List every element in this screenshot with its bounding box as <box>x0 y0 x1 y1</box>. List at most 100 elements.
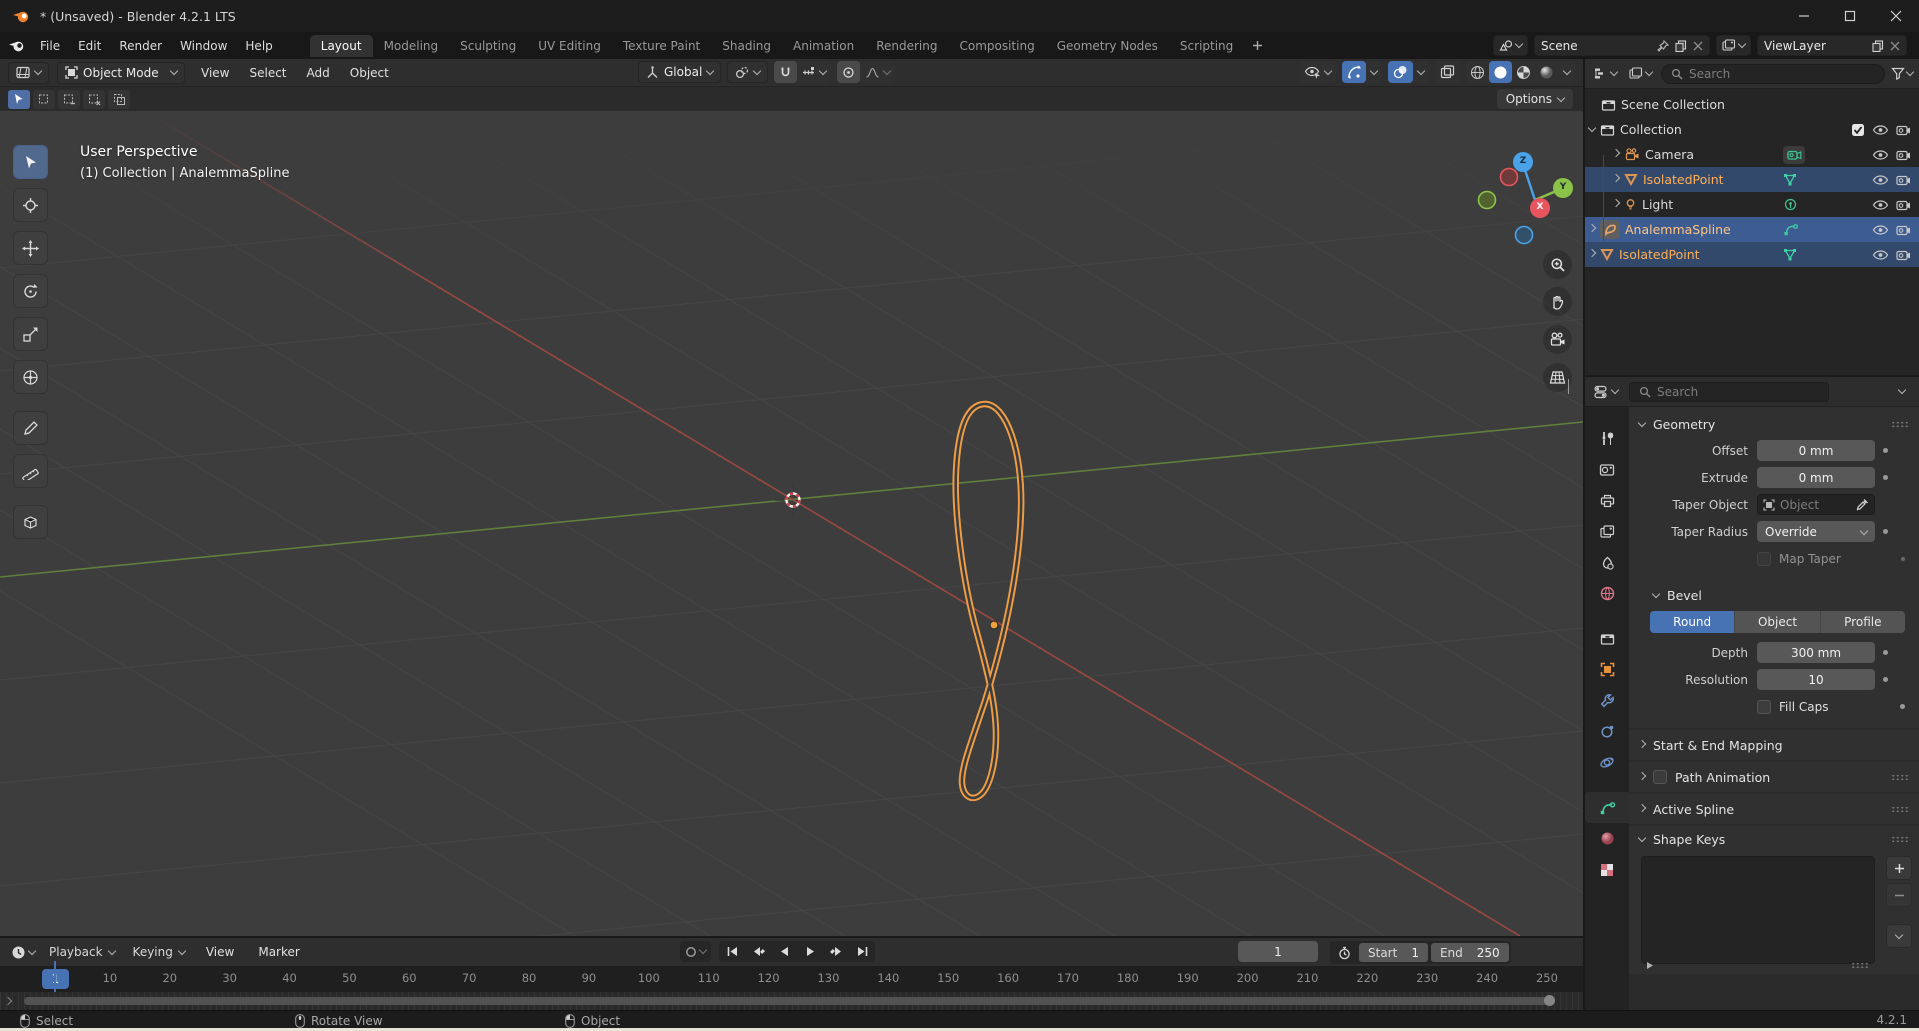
start-frame-field[interactable]: Start 1 <box>1359 943 1428 962</box>
editor-type-button[interactable] <box>8 61 49 84</box>
zoom-view-button[interactable] <box>1543 250 1572 279</box>
use-preview-range-button[interactable] <box>1332 946 1356 960</box>
new-copy-icon[interactable] <box>1675 39 1687 52</box>
ruler-label[interactable]: 140 <box>858 966 918 992</box>
list-resize-grip-icon[interactable] <box>1851 962 1869 969</box>
ruler-label[interactable]: 150 <box>918 966 978 992</box>
remove-shape-key-button[interactable] <box>1886 883 1912 907</box>
ruler-label[interactable]: 180 <box>1098 966 1158 992</box>
workspace-tab[interactable]: Rendering <box>865 35 948 57</box>
tool-measure[interactable] <box>13 454 48 488</box>
disable-render-camera-icon[interactable] <box>1896 174 1911 186</box>
select-mode-difference-button[interactable] <box>83 89 105 109</box>
drag-grip-icon[interactable] <box>1891 835 1909 843</box>
hide-eye-icon[interactable] <box>1872 149 1889 161</box>
keying-menu[interactable]: Keying <box>126 941 192 963</box>
hide-eye-icon[interactable] <box>1872 224 1889 236</box>
timeline-ruler[interactable]: 10 20 30 40 50 60 70 80 90 100 110 120 130 140 150 160 1… <box>0 966 1583 992</box>
expand-icon[interactable] <box>1611 173 1621 183</box>
drag-grip-icon[interactable] <box>1891 805 1909 813</box>
ruler-label[interactable]: 210 <box>1278 966 1338 992</box>
disable-render-camera-icon[interactable] <box>1896 199 1911 211</box>
app-menu-item[interactable]: Edit <box>69 36 110 56</box>
tab-object-data[interactable] <box>1585 792 1629 823</box>
mesh-data-badge[interactable] <box>1779 246 1801 264</box>
active-spline-panel[interactable]: Active Spline <box>1629 794 1919 824</box>
tab-texture[interactable] <box>1585 854 1629 885</box>
expand-icon[interactable] <box>1587 248 1597 258</box>
ruler-label[interactable]: 130 <box>799 966 859 992</box>
expand-icon[interactable] <box>1611 148 1621 158</box>
jump-to-start-button[interactable] <box>719 941 745 962</box>
collection-checkbox[interactable] <box>1851 123 1865 137</box>
list-filter-expand-icon[interactable] <box>1645 961 1654 970</box>
scroll-left-arrow-icon[interactable] <box>3 996 13 1006</box>
outliner-row-scene-collection[interactable]: Scene Collection <box>1585 92 1919 117</box>
proportional-editing-toggle[interactable] <box>837 61 861 83</box>
outliner-search-field[interactable]: Search <box>1661 63 1885 84</box>
auto-keying-toggle[interactable] <box>680 941 711 962</box>
tool-move[interactable] <box>13 231 48 265</box>
play-button[interactable] <box>797 941 823 962</box>
animate-dot[interactable] <box>1901 556 1905 561</box>
path-animation-checkbox[interactable] <box>1653 770 1667 784</box>
shading-solid-button[interactable] <box>1489 61 1512 83</box>
taper-object-field[interactable]: Object <box>1757 494 1875 515</box>
tab-output[interactable] <box>1585 485 1629 516</box>
disable-render-camera-icon[interactable] <box>1896 249 1911 261</box>
ruler-label[interactable]: 120 <box>739 966 799 992</box>
tab-collection[interactable] <box>1585 623 1629 654</box>
select-mode-intersect-button[interactable] <box>108 89 130 109</box>
tab-tool[interactable] <box>1585 423 1629 454</box>
outliner-filter-button[interactable] <box>1891 67 1915 80</box>
ruler-label[interactable]: 50 <box>320 966 380 992</box>
ruler-label[interactable]: 30 <box>200 966 260 992</box>
viewport-menu-item[interactable]: Object <box>340 63 399 83</box>
xray-toggle[interactable] <box>1435 61 1460 83</box>
bevel-type-button[interactable]: Profile <box>1820 611 1905 633</box>
overlays-settings-dropdown[interactable] <box>1413 61 1429 83</box>
app-menu-item[interactable]: File <box>31 36 69 56</box>
options-dropdown[interactable]: Options <box>1496 89 1573 109</box>
end-frame-field[interactable]: End 250 <box>1430 943 1509 962</box>
viewport-menu-item[interactable]: Add <box>297 63 340 83</box>
camera-data-badge[interactable] <box>1783 145 1805 164</box>
viewlayer-name-field[interactable]: ViewLayer <box>1757 35 1907 56</box>
ruler-label[interactable]: 90 <box>559 966 619 992</box>
taper-radius-dropdown[interactable]: Override <box>1757 521 1875 542</box>
timeline-scrollbar[interactable] <box>24 997 1548 1005</box>
drag-grip-icon[interactable] <box>1891 773 1909 781</box>
outliner-row-isolatedpoint-1[interactable]: IsolatedPoint <box>1585 167 1919 192</box>
ruler-label[interactable]: 170 <box>1038 966 1098 992</box>
timeline-editor-type[interactable] <box>8 941 38 963</box>
unlink-icon[interactable] <box>1693 41 1703 51</box>
object-visibility-dropdown[interactable] <box>1299 61 1336 83</box>
add-shape-key-button[interactable] <box>1886 856 1912 880</box>
shading-rendered-button[interactable] <box>1535 61 1558 83</box>
map-taper-checkbox[interactable] <box>1757 551 1771 566</box>
timeline-view-menu[interactable]: View <box>196 942 244 962</box>
path-animation-panel[interactable]: Path Animation <box>1629 762 1919 792</box>
properties-editor-type[interactable] <box>1591 381 1621 402</box>
jump-to-end-button[interactable] <box>849 941 875 962</box>
animate-dot[interactable] <box>1900 704 1905 709</box>
animate-dot[interactable] <box>1883 448 1888 453</box>
viewlayer-type-selector[interactable] <box>1716 35 1751 56</box>
pivot-point-selector[interactable] <box>727 61 769 83</box>
tool-select-box[interactable] <box>13 145 48 179</box>
tool-annotate[interactable] <box>13 411 48 445</box>
unlink-icon[interactable] <box>1890 41 1900 51</box>
properties-search-field[interactable]: Search <box>1629 381 1829 402</box>
object-origin-dot[interactable] <box>989 620 999 630</box>
analemma-curve[interactable] <box>952 400 1025 802</box>
tab-material[interactable] <box>1585 823 1629 854</box>
app-menu-item[interactable]: Help <box>236 36 281 56</box>
shading-wireframe-button[interactable] <box>1466 61 1489 83</box>
shape-key-specials-button[interactable] <box>1886 924 1912 948</box>
workspace-tab[interactable]: Texture Paint <box>612 35 711 57</box>
ruler-label[interactable]: 20 <box>140 966 200 992</box>
offset-field[interactable]: 0 mm <box>1757 440 1875 461</box>
camera-view-button[interactable] <box>1543 325 1572 354</box>
curve-data-badge[interactable] <box>1779 221 1801 239</box>
next-keyframe-button[interactable] <box>823 941 849 962</box>
